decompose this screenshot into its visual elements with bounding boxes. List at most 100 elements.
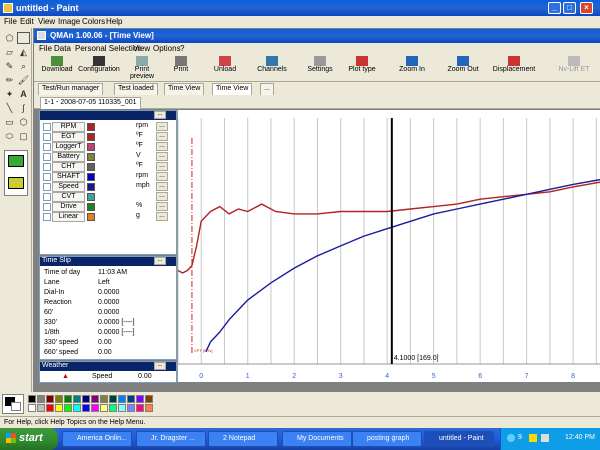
taskbar-item[interactable]: America Onlin... [62,431,132,447]
channel-row[interactable]: CHT ºF... [40,162,177,172]
channel-checkbox[interactable] [43,143,51,151]
channel-row[interactable]: Battery V... [40,152,177,162]
channel-options-button[interactable]: ... [156,182,168,191]
palette-swatch[interactable] [118,404,126,412]
channel-color-swatch[interactable] [87,183,95,191]
tab-time-view-1[interactable]: Time View [164,83,205,95]
polygon-tool-icon[interactable]: ⬡ [17,116,30,128]
menu-colors[interactable]: Colors [82,17,105,26]
channel-color-swatch[interactable] [87,163,95,171]
palette-swatch[interactable] [136,395,144,403]
menu-file[interactable]: File [4,17,17,26]
palette-swatch[interactable] [127,404,135,412]
network-icon[interactable] [507,434,515,442]
palette-swatch[interactable] [145,395,153,403]
palette-swatch[interactable] [109,404,117,412]
taskbar-item[interactable]: My Documents [282,431,352,447]
run-tab[interactable]: 1-1 - 2008-07-05 110335_001 [40,97,141,109]
channel-color-swatch[interactable] [87,143,95,151]
taskbar-item[interactable]: untitled - Paint [424,431,494,447]
palette-swatch[interactable] [82,395,90,403]
transparent-option-icon[interactable] [8,177,24,189]
displacement-button[interactable]: Displacement [492,56,536,81]
volume-icon[interactable] [541,434,549,442]
channel-options-button[interactable]: ... [156,162,168,171]
line-tool-icon[interactable]: ╲ [3,102,16,114]
tab-time-view-2[interactable]: Time View [212,83,253,95]
zoom-out-button[interactable]: Zoom Out [444,56,482,81]
channel-options-button[interactable]: ... [156,212,168,221]
menu-view[interactable]: View [38,17,55,26]
channel-color-swatch[interactable] [87,123,95,131]
menu-edit[interactable]: Edit [20,17,34,26]
channel-color-swatch[interactable] [87,133,95,141]
color-picker-icon[interactable]: ✎ [3,60,16,72]
eraser-icon[interactable]: ▱ [3,46,16,58]
weather-menu-button[interactable]: ... [154,362,166,370]
palette-swatch[interactable] [46,404,54,412]
channel-color-swatch[interactable] [87,193,95,201]
tab-test-loaded[interactable]: Test loaded [114,83,158,95]
airbrush-icon[interactable]: ✦ [3,88,16,100]
palette-swatch[interactable] [28,404,36,412]
channel-checkbox[interactable] [43,193,51,201]
channel-panel-menu-button[interactable]: ... [154,111,166,119]
taskbar-item[interactable]: posting graph [352,431,422,447]
menu-image[interactable]: Image [58,17,80,26]
channel-checkbox[interactable] [43,133,51,141]
channel-options-button[interactable]: ... [156,122,168,131]
channel-checkbox[interactable] [43,203,51,211]
maximize-button[interactable]: □ [563,2,576,14]
rounded-rect-tool-icon[interactable]: ▢ [17,130,30,142]
close-button[interactable]: × [580,2,593,14]
channels-button[interactable]: Channels [252,56,292,81]
zoom-in-button[interactable]: Zoom In [394,56,430,81]
opaque-option-icon[interactable] [8,155,24,167]
text-tool-icon[interactable]: A [17,88,30,100]
taskbar-item[interactable]: 2 Notepad [208,431,278,447]
channel-row[interactable]: LoggerT ºF... [40,142,177,152]
palette-swatch[interactable] [136,404,144,412]
channel-row[interactable]: EGT ºF... [40,132,177,142]
print-preview-button[interactable]: Print preview [122,56,162,81]
palette-swatch[interactable] [55,395,63,403]
palette-swatch[interactable] [37,404,45,412]
tool-options-box[interactable] [4,150,28,196]
chart-svg[interactable]: 0 1 2 3 4 5 6 7 8 CFT [0.2s] 4.1000 [169.0] [177,110,600,382]
channel-options-button[interactable]: ... [156,172,168,181]
palette-swatch[interactable] [82,404,90,412]
curve-tool-icon[interactable]: ∫ [17,102,30,114]
plot-type-button[interactable]: Plot type [344,56,380,81]
menu-help[interactable]: Help [106,17,122,26]
palette-swatch[interactable] [109,395,117,403]
channel-checkbox[interactable] [43,123,51,131]
channel-checkbox[interactable] [43,163,51,171]
tab-test-run-manager[interactable]: Test/Run manager [38,83,104,95]
channel-options-button[interactable]: ... [156,202,168,211]
palette-swatch[interactable] [91,395,99,403]
channel-options-button[interactable]: ... [156,142,168,151]
configuration-button[interactable]: Configuration [78,56,120,81]
palette-swatch[interactable] [145,404,153,412]
time-view-graph[interactable]: 0 1 2 3 4 5 6 7 8 CFT [0.2s] 4.1000 [169.0] [177,110,600,382]
channel-row[interactable]: Speed mph... [40,182,177,192]
palette-swatch[interactable] [73,404,81,412]
palette-swatch[interactable] [118,395,126,403]
taskbar-item[interactable]: Jr. Dragster ... [136,431,206,447]
time-slip-menu-button[interactable]: ... [154,257,166,265]
nv-lift-button[interactable]: Nv-Lift ET [554,56,594,81]
minimize-button[interactable]: _ [548,2,561,14]
channel-checkbox[interactable] [43,213,51,221]
palette-swatch[interactable] [127,395,135,403]
palette-swatch[interactable] [28,395,36,403]
channel-row[interactable]: Drive%... [40,202,177,212]
palette-swatch[interactable] [64,404,72,412]
magnifier-icon[interactable]: ⌕ [17,60,30,72]
palette-swatch[interactable] [64,395,72,403]
qman-menu-options[interactable]: Options [153,44,181,53]
settings-button[interactable]: Settings [302,56,338,81]
channel-options-button[interactable]: ... [156,192,168,201]
channel-checkbox[interactable] [43,183,51,191]
qman-menu-file[interactable]: File [39,44,52,53]
qman-menu-data[interactable]: Data [54,44,71,53]
